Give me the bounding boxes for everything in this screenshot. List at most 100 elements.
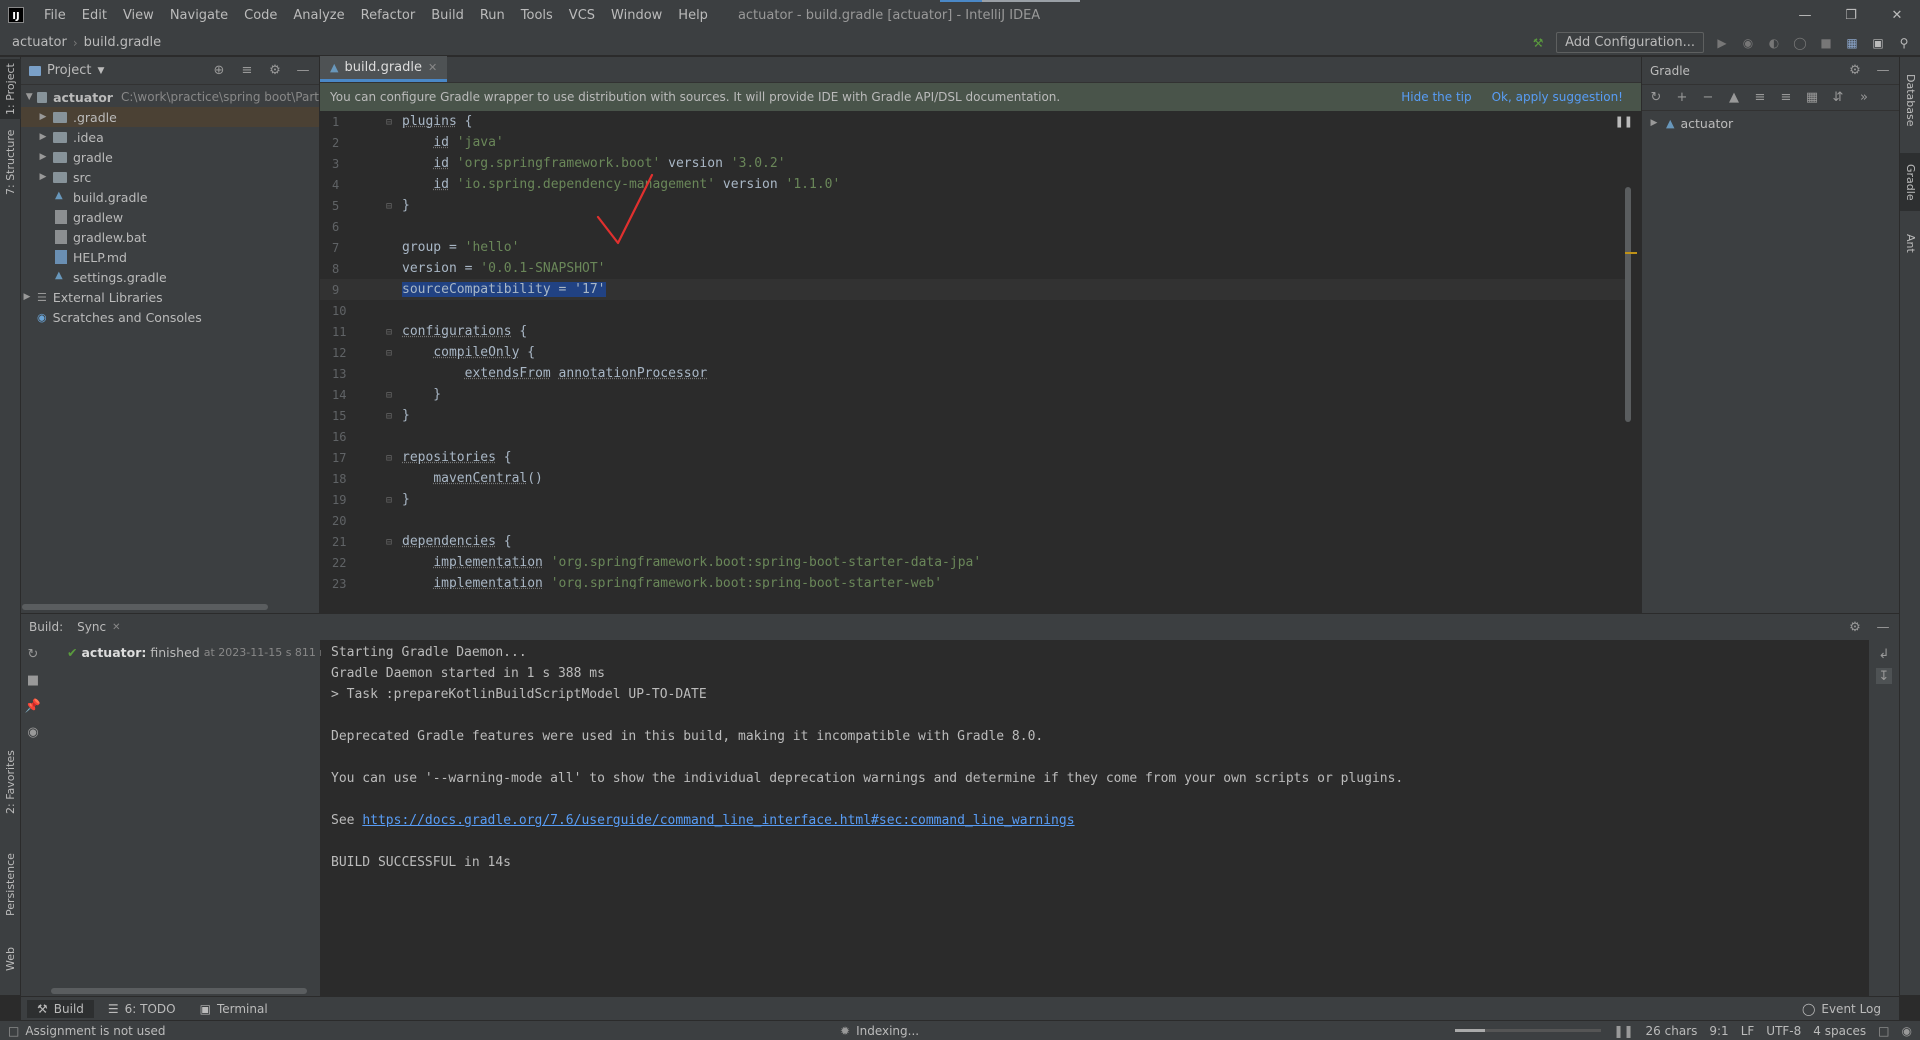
file-encoding[interactable]: UTF-8 — [1766, 1024, 1801, 1038]
tree-item[interactable]: ▶ gradle — [21, 147, 319, 167]
stop-icon[interactable]: ■ — [25, 672, 41, 688]
tree-scratches[interactable]: ◉ Scratches and Consoles — [21, 307, 319, 327]
code-line[interactable]: 4 id 'io.spring.dependency-management' v… — [320, 174, 1625, 195]
tree-item[interactable]: gradlew — [21, 207, 319, 227]
menu-window[interactable]: Window — [603, 8, 670, 23]
menu-code[interactable]: Code — [236, 8, 285, 23]
fold-icon[interactable]: ⊟ — [386, 201, 392, 212]
code-line[interactable]: 2 id 'java' — [320, 132, 1625, 153]
indexing-status[interactable]: ✹ Indexing... — [840, 1024, 919, 1038]
code-line[interactable]: 21 ⊟ dependencies { — [320, 531, 1625, 552]
status-square-icon[interactable]: □ — [8, 1024, 19, 1038]
expand-all-icon[interactable]: ≡ — [1752, 90, 1768, 106]
more-icon[interactable]: » — [1856, 90, 1872, 106]
offline-icon[interactable]: ▦ — [1804, 90, 1820, 106]
code-line[interactable]: 17 ⊟ repositories { — [320, 447, 1625, 468]
tree-item[interactable]: ▶ .gradle — [21, 107, 319, 127]
menu-analyze[interactable]: Analyze — [285, 8, 352, 23]
code-line[interactable]: 3 id 'org.springframework.boot' version … — [320, 153, 1625, 174]
locate-icon[interactable]: ⊕ — [211, 63, 227, 79]
project-panel-title[interactable]: Project — [47, 63, 91, 78]
menu-build[interactable]: Build — [423, 8, 472, 23]
hide-icon[interactable]: — — [295, 63, 311, 79]
project-structure-icon[interactable]: ▦ — [1844, 35, 1860, 51]
close-icon[interactable]: ✕ — [1874, 0, 1920, 30]
menu-edit[interactable]: Edit — [74, 8, 115, 23]
build-tree-scrollbar[interactable] — [51, 988, 307, 994]
fold-icon[interactable]: ⊟ — [386, 453, 392, 464]
expanded-arrow-icon[interactable]: ▼ — [25, 92, 33, 102]
menu-run[interactable]: Run — [472, 8, 513, 23]
tree-item[interactable]: ▶ .idea — [21, 127, 319, 147]
tab-build[interactable]: ⚒ Build — [27, 999, 94, 1018]
plus-icon[interactable]: + — [1674, 90, 1690, 106]
scroll-to-end-icon[interactable]: ↧ — [1876, 668, 1892, 684]
code-line[interactable]: 11 ⊟ configurations { — [320, 321, 1625, 342]
tree-item[interactable]: ▲ build.gradle — [21, 187, 319, 207]
lock-icon[interactable]: □ — [1878, 1024, 1889, 1038]
tree-item[interactable]: HELP.md — [21, 247, 319, 267]
gear-icon[interactable]: ⚙ — [267, 63, 283, 79]
build-task-row[interactable]: ✔ actuator: finished at 2023-11-15 s 811… — [67, 642, 336, 662]
hide-icon[interactable]: — — [1875, 619, 1891, 635]
breadcrumb-project[interactable]: actuator — [12, 35, 67, 50]
code-line[interactable]: 18 mavenCentral() — [320, 468, 1625, 489]
tab-sync[interactable]: Sync ✕ — [77, 620, 120, 634]
editor-vertical-scrollbar[interactable] — [1625, 187, 1631, 422]
code-line[interactable]: 12 ⊟ compileOnly { — [320, 342, 1625, 363]
apply-suggestion-link[interactable]: Ok, apply suggestion! — [1492, 90, 1623, 104]
execute-task-icon[interactable]: ▲ — [1726, 90, 1742, 106]
tree-root[interactable]: ▼ actuator C:\work\practice\spring boot\… — [21, 87, 319, 107]
tab-terminal[interactable]: ▣ Terminal — [190, 1000, 278, 1018]
collapse-all-icon[interactable]: ≡ — [1778, 90, 1794, 106]
project-horizontal-scrollbar[interactable] — [22, 604, 268, 610]
hide-tip-link[interactable]: Hide the tip — [1401, 90, 1471, 104]
gear-icon[interactable]: ⚙ — [1847, 63, 1863, 79]
collapsed-arrow-icon[interactable]: ▶ — [21, 292, 33, 302]
search-icon[interactable]: ⚲ — [1896, 35, 1912, 51]
collapse-all-icon[interactable]: ≡ — [239, 63, 255, 79]
fold-icon[interactable]: ⊟ — [386, 390, 392, 401]
fold-icon[interactable]: ⊟ — [386, 327, 392, 338]
code-line[interactable]: 16 — [320, 426, 1625, 447]
breadcrumb-file[interactable]: build.gradle — [84, 35, 162, 50]
tree-external-libraries[interactable]: ▶ ☰ External Libraries — [21, 287, 319, 307]
toggle-icon[interactable]: ⇵ — [1830, 90, 1846, 106]
tab-project[interactable]: 1: Project — [0, 59, 21, 119]
tab-persistence[interactable]: Persistence — [0, 847, 21, 923]
menu-vcs[interactable]: VCS — [561, 8, 603, 23]
tab-todo[interactable]: ☰ 6: TODO — [98, 1000, 186, 1018]
restore-icon[interactable]: ❐ — [1828, 0, 1874, 30]
close-tab-icon[interactable]: ✕ — [112, 622, 120, 633]
refresh-icon[interactable]: ↻ — [25, 646, 41, 662]
pause-indexing-icon[interactable]: ❚❚ — [1613, 1024, 1633, 1038]
collapsed-arrow-icon[interactable]: ▶ — [37, 132, 49, 142]
code-line[interactable]: 6 — [320, 216, 1625, 237]
warning-marker[interactable] — [1625, 252, 1637, 254]
code-line[interactable]: 22 implementation 'org.springframework.b… — [320, 552, 1625, 573]
code-line[interactable]: 5 ⊟} — [320, 195, 1625, 216]
gear-icon[interactable]: ⚙ — [1847, 619, 1863, 635]
tab-build-gradle[interactable]: ▲ build.gradle ✕ — [320, 56, 448, 82]
code-line[interactable]: 14 ⊟ } — [320, 384, 1625, 405]
code-line[interactable]: 13 extendsFrom annotationProcessor — [320, 363, 1625, 384]
debug-icon[interactable]: ◉ — [1740, 35, 1756, 51]
code-line[interactable]: 23 implementation 'org.springframework.b… — [320, 573, 1625, 589]
code-line[interactable]: 1 ⊟ plugins { — [320, 111, 1625, 132]
pin-icon[interactable]: 📌 — [25, 698, 41, 714]
collapsed-arrow-icon[interactable]: ▶ — [37, 112, 49, 122]
tab-database[interactable]: Database — [1900, 63, 1920, 137]
code-line[interactable]: 20 — [320, 510, 1625, 531]
tab-ant[interactable]: Ant — [1900, 223, 1920, 263]
collapsed-arrow-icon[interactable]: ▶ — [37, 172, 49, 182]
tree-item[interactable]: ▶ src — [21, 167, 319, 187]
tab-web[interactable]: Web — [0, 937, 21, 981]
pause-icon[interactable]: ❚❚ — [1615, 115, 1633, 128]
coverage-icon[interactable]: ◐ — [1766, 35, 1782, 51]
menu-tools[interactable]: Tools — [513, 8, 561, 23]
minus-icon[interactable]: − — [1700, 90, 1716, 106]
fold-icon[interactable]: ⊟ — [386, 348, 392, 359]
inspector-icon[interactable]: ◉ — [1902, 1024, 1912, 1038]
fold-icon[interactable]: ⊟ — [386, 495, 392, 506]
menu-view[interactable]: View — [115, 8, 162, 23]
